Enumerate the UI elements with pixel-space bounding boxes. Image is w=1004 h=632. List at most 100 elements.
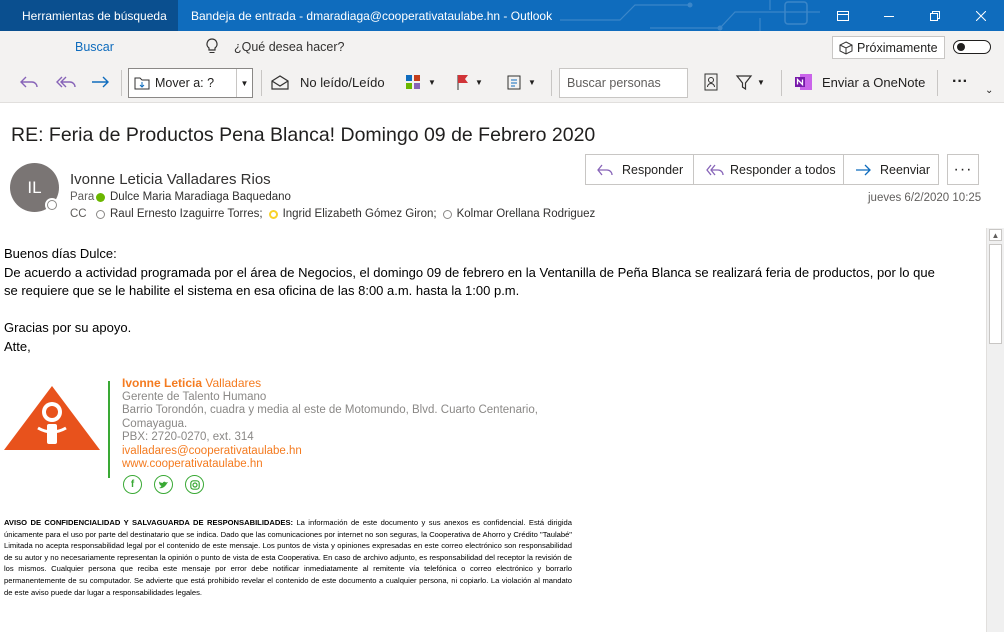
status-offline-icon [442, 209, 452, 219]
facebook-icon[interactable]: f [123, 475, 142, 494]
status-away-icon [268, 209, 278, 219]
address-book-icon [704, 73, 718, 91]
presence-indicator [45, 198, 59, 212]
recipient-to[interactable]: Dulce Maria Maradiaga Baquedano [110, 191, 291, 203]
ribbon-display-icon [837, 10, 849, 21]
reply-all-icon [706, 164, 724, 175]
envelope-open-icon [271, 75, 289, 90]
reply-all-button[interactable]: Responder a todos [694, 155, 844, 184]
reply-all-icon [56, 76, 76, 88]
ribbon: Mover a: ? ▼ No leído/Leído ▼ ▼ ▼ Buscar… [0, 62, 1004, 103]
ribbon-separator [551, 70, 552, 96]
unread-read-button[interactable]: No leído/Leído [270, 62, 385, 102]
reply-button[interactable]: Responder [586, 155, 694, 184]
title-bar: Herramientas de búsqueda Bandeja de entr… [0, 0, 1004, 31]
body-greeting: Buenos días Dulce: [4, 246, 117, 261]
body-paragraph: se requiere que se le habilite el sistem… [4, 283, 520, 298]
more-actions-button[interactable]: ··· [947, 154, 979, 185]
signature-web-link[interactable]: www.cooperativataulabe.hn [122, 458, 538, 472]
lightbulb-icon [206, 38, 218, 53]
rules-button[interactable]: ▼ [506, 62, 536, 102]
instagram-icon[interactable] [185, 475, 204, 494]
move-to-dropdown[interactable]: Mover a: ? ▼ [128, 68, 253, 98]
ribbon-separator [261, 70, 262, 96]
chevron-down-icon[interactable]: ⌄ [985, 82, 993, 98]
follow-up-button[interactable]: ▼ [455, 62, 483, 102]
tab-buscar[interactable]: Buscar [75, 40, 114, 54]
minimize-icon [884, 15, 894, 17]
social-links: f [123, 475, 204, 494]
filter-icon [735, 75, 753, 91]
restore-icon [930, 10, 940, 21]
status-available-icon [96, 192, 105, 202]
cube-icon [839, 41, 853, 55]
ribbon-separator [781, 70, 782, 96]
forward-button[interactable] [86, 62, 114, 102]
tell-me-input[interactable]: ¿Qué desea hacer? [234, 40, 345, 54]
onenote-icon [795, 74, 812, 90]
signature-last-name: Valladares [205, 376, 262, 390]
circuit-decoration [560, 0, 820, 31]
move-to-label: Mover a: ? [155, 76, 215, 90]
search-tools-tab[interactable]: Herramientas de búsqueda [0, 0, 178, 31]
chevron-down-icon[interactable]: ▼ [236, 69, 252, 97]
reply-label: Responder [622, 162, 684, 177]
reply-all-label: Responder a todos [730, 162, 836, 177]
address-book-button[interactable] [700, 62, 722, 102]
onenote-label: Enviar a OneNote [822, 74, 926, 90]
disclaimer-title: AVISO DE CONFIDENCIALIDAD Y SALVAGUARDA … [4, 518, 294, 527]
coming-soon-button[interactable]: Próximamente [832, 36, 945, 59]
window-title: Bandeja de entrada - dmaradiaga@cooperat… [191, 8, 553, 23]
coming-soon-toggle[interactable] [953, 40, 991, 54]
cc-row: CC Raul Ernesto Izaguirre Torres; Ingrid… [70, 208, 595, 220]
close-icon [976, 10, 986, 21]
signature-email-link[interactable]: ivalladares@cooperativataulabe.hn [122, 445, 538, 459]
recipient-cc[interactable]: Raul Ernesto Izaguirre Torres; [110, 208, 263, 220]
status-offline-icon [96, 209, 105, 219]
message-subject: RE: Feria de Productos Pena Blanca! Domi… [11, 124, 596, 146]
cooperative-logo [4, 386, 100, 450]
forward-label: Reenviar [880, 162, 931, 177]
message-scrollbar[interactable]: ▲ [986, 228, 1004, 632]
message-actions: Responder Responder a todos Reenviar [585, 154, 939, 185]
forward-icon [92, 76, 109, 88]
scrollbar-thumb[interactable] [989, 244, 1002, 344]
undo-reply-button[interactable] [14, 62, 44, 102]
sender-name[interactable]: Ivonne Leticia Valladares Rios [70, 171, 271, 188]
recipient-cc[interactable]: Kolmar Orellana Rodriguez [457, 208, 596, 220]
search-people-input[interactable]: Buscar personas [559, 68, 688, 98]
cc-label: CC [70, 208, 87, 220]
restore-button[interactable] [912, 0, 958, 31]
categorize-icon [406, 75, 420, 89]
forward-button[interactable]: Reenviar [844, 155, 938, 184]
chevron-down-icon: ▼ [475, 77, 483, 87]
forward-icon [856, 164, 871, 175]
minimize-button[interactable] [866, 0, 912, 31]
chevron-down-icon: ▼ [428, 77, 436, 87]
send-to-onenote-button[interactable]: Enviar a OneNote [794, 62, 925, 102]
to-label: Para [70, 191, 95, 203]
ribbon-display-options-button[interactable] [820, 0, 866, 31]
body-closing: Atte, [4, 338, 31, 354]
recipient-cc[interactable]: Ingrid Elizabeth Gómez Giron; [283, 208, 437, 220]
toggle-knob [957, 43, 965, 51]
close-button[interactable] [958, 0, 1004, 31]
more-commands-button[interactable]: ··· [948, 62, 972, 102]
disclaimer-text: La información de este documento y sus a… [4, 518, 572, 597]
signature-address: Comayagua. [122, 417, 188, 430]
reply-icon [597, 164, 613, 175]
confidentiality-notice: AVISO DE CONFIDENCIALIDAD Y SALVAGUARDA … [4, 517, 572, 598]
body-paragraph: De acuerdo a actividad programada por el… [4, 264, 935, 280]
filter-email-button[interactable]: ▼ [735, 62, 765, 102]
signature-divider [108, 381, 110, 478]
twitter-icon[interactable] [154, 475, 173, 494]
body-thanks: Gracias por su apoyo. [4, 320, 132, 335]
signature-block: Ivonne Leticia Valladares Gerente de Tal… [122, 376, 538, 472]
move-folder-icon [134, 77, 150, 90]
scroll-up-icon[interactable]: ▲ [989, 229, 1002, 241]
signature-first-name: Ivonne Leticia [122, 376, 203, 390]
categorize-button[interactable]: ▼ [404, 62, 436, 102]
reply-all-button[interactable] [50, 62, 80, 102]
chevron-down-icon: ▼ [528, 77, 536, 87]
